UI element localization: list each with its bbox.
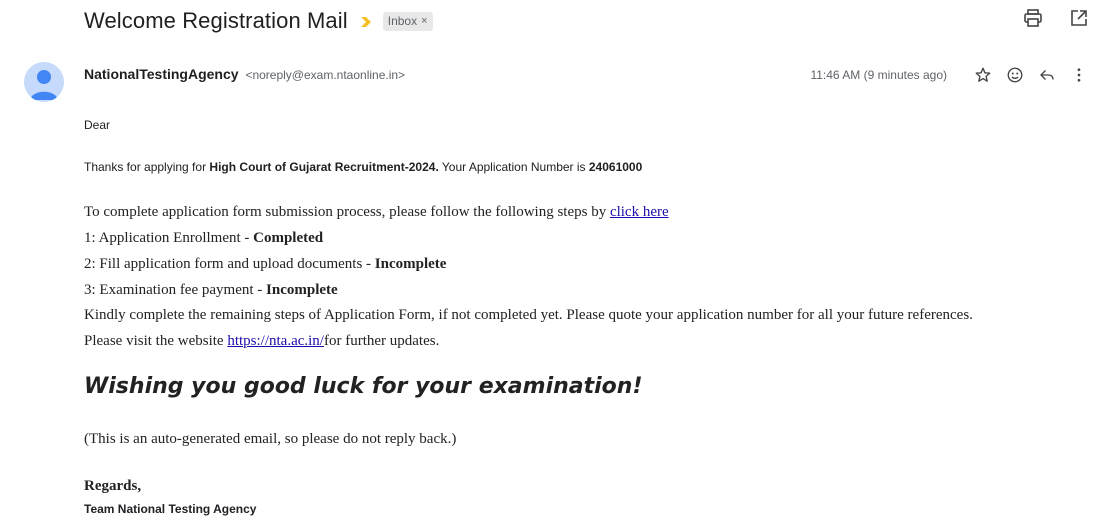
step-text: 2: Fill application form and upload docu… — [84, 256, 375, 272]
visit-pre: Please visit the website — [84, 333, 228, 349]
auto-generated-note: (This is an auto-generated email, so ple… — [84, 431, 457, 447]
team-signature: Team National Testing Agency — [84, 502, 257, 516]
emoji-icon[interactable] — [999, 63, 1031, 87]
application-number: 24061000 — [588, 160, 643, 174]
timestamp: 11:46 AM (9 minutes ago) — [810, 68, 947, 82]
nta-website-link[interactable]: https://nta.ac.in/ — [227, 333, 324, 349]
print-icon[interactable] — [1023, 8, 1043, 28]
greeting: Dear — [84, 118, 111, 132]
step-status: Completed — [253, 230, 324, 246]
visit-line: Please visit the website https://nta.ac.… — [84, 333, 439, 350]
sender-email: <noreply@exam.ntaonline.in> — [245, 68, 406, 82]
step-1: 1: Application Enrollment - Completed — [84, 230, 323, 247]
step-2: 2: Fill application form and upload docu… — [84, 256, 446, 273]
more-vert-icon[interactable] — [1063, 63, 1095, 87]
email-subject: Welcome Registration Mail — [84, 8, 348, 33]
thanks-mid: Your Application Number is — [438, 160, 589, 174]
thanks-pre: Thanks for applying for — [84, 160, 210, 174]
exam-name: High Court of Gujarat Recruitment-2024. — [209, 160, 439, 174]
step-text: 1: Application Enrollment - — [84, 230, 254, 246]
sender-row: NationalTestingAgency <noreply@exam.ntao… — [84, 66, 405, 82]
step-text: 3: Examination fee payment - — [84, 282, 267, 298]
star-icon[interactable] — [967, 63, 999, 87]
open-in-new-window-icon[interactable] — [1069, 8, 1089, 28]
kindly-line: Kindly complete the remaining steps of A… — [84, 307, 973, 323]
step-status: Incomplete — [266, 282, 338, 298]
important-marker-icon[interactable] — [360, 15, 371, 29]
label-text: Inbox — [387, 13, 418, 28]
wish-heading: Wishing you good luck for your examinati… — [84, 374, 643, 399]
subject-row: Welcome Registration Mail Inbox × — [84, 4, 433, 38]
step-status: Incomplete — [374, 256, 447, 272]
regards: Regards, — [84, 478, 142, 494]
click-here-link[interactable]: click here — [610, 204, 669, 220]
sender-name[interactable]: NationalTestingAgency — [84, 66, 239, 82]
reply-icon[interactable] — [1031, 63, 1063, 87]
thanks-line: Thanks for applying for High Court of Gu… — [84, 160, 642, 174]
inbox-label-chip[interactable]: Inbox × — [382, 11, 433, 31]
meta-row: 11:46 AM (9 minutes ago) — [810, 63, 1095, 87]
remove-label-icon[interactable]: × — [421, 13, 427, 29]
avatar[interactable] — [24, 62, 64, 102]
step-3: 3: Examination fee payment - Incomplete — [84, 282, 338, 299]
top-icons — [1023, 8, 1089, 28]
steps-intro-text: To complete application form submission … — [84, 204, 610, 220]
visit-post: for further updates. — [323, 333, 440, 349]
steps-intro: To complete application form submission … — [84, 204, 669, 221]
